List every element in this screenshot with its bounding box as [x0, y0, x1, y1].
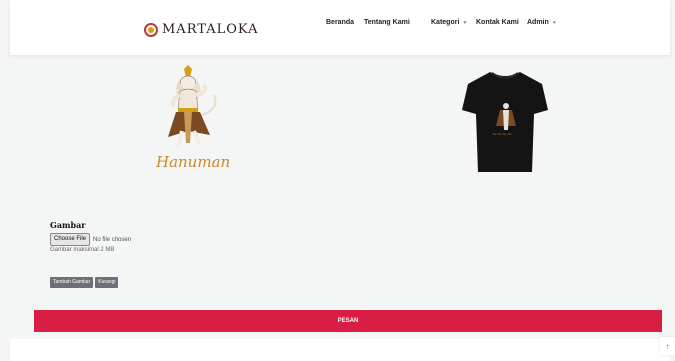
chevron-down-icon: ▼ — [551, 19, 557, 26]
brand-logo[interactable]: MARTALOKA — [144, 22, 258, 37]
nav-item-kontak-kami[interactable]: Kontak Kami — [476, 19, 526, 26]
black-tshirt-mockup: ~~~~ — [462, 68, 548, 176]
file-input[interactable]: Choose File No file chosen — [50, 233, 131, 246]
design-caption: Hanuman — [155, 153, 230, 171]
chevron-down-icon: ▼ — [462, 19, 468, 26]
nav-label: Kontak Kami — [476, 19, 519, 26]
order-submit-button[interactable]: PESAN — [34, 310, 662, 332]
scroll-top-button[interactable]: ↑ — [660, 337, 675, 355]
file-status-text: No file chosen — [93, 236, 132, 243]
navbar: MARTALOKA — [10, 0, 670, 55]
hanuman-illustration: Hanuman — [150, 65, 240, 175]
nav-label: Tentang Kami — [364, 19, 410, 26]
nav-label: Kategori — [431, 19, 460, 26]
nav-label: Beranda — [326, 19, 355, 26]
nav-item-tentang-kami[interactable]: Tentang Kami — [364, 19, 424, 26]
file-size-hint: Gambar maksimal 2 MB — [50, 247, 115, 253]
svg-text:~~~~: ~~~~ — [492, 131, 512, 138]
remove-image-button[interactable]: Kurangi — [95, 277, 119, 288]
choose-file-button[interactable]: Choose File — [50, 233, 91, 246]
brand-name: MARTALOKA — [162, 22, 259, 37]
nav-item-beranda[interactable]: Beranda — [326, 19, 354, 26]
footer-strip — [10, 339, 670, 361]
nav-item-admin[interactable]: Admin ▼ — [527, 19, 567, 26]
martaloka-logo-icon — [144, 22, 158, 37]
arrow-up-icon: ↑ — [665, 341, 670, 351]
image-field-label: Gambar — [50, 220, 86, 230]
image-actions: Tambah Gambar Kurangi — [50, 277, 120, 288]
nav-item-kategori[interactable]: Kategori ▼ — [431, 19, 471, 26]
nav-label: Admin — [527, 19, 549, 26]
add-image-button[interactable]: Tambah Gambar — [50, 277, 94, 288]
